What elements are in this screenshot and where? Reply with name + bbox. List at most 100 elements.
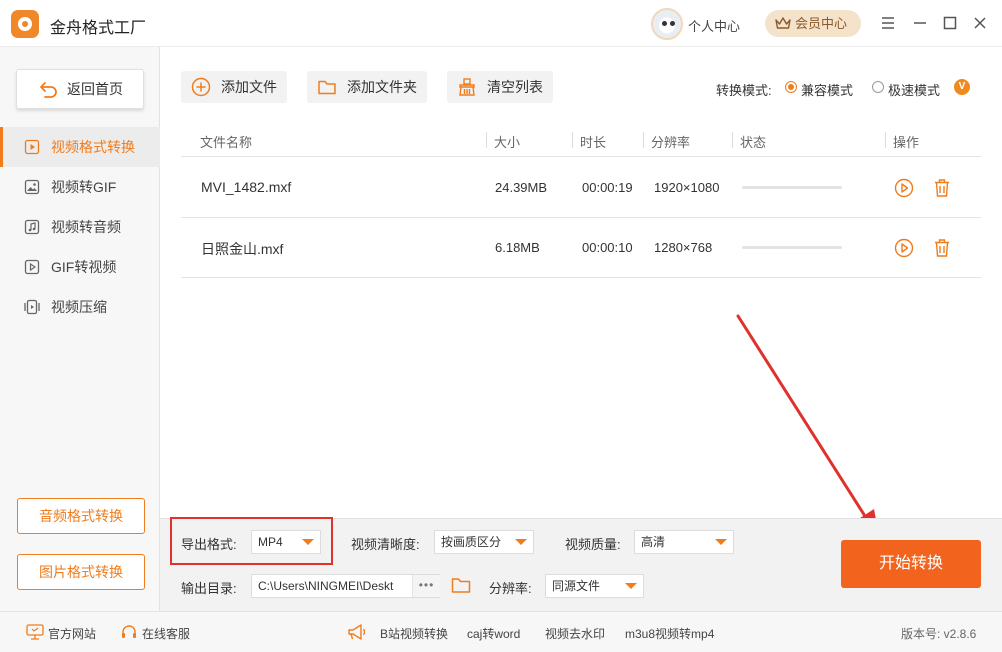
back-home-button[interactable]: 返回首页: [16, 69, 144, 109]
close-icon[interactable]: [971, 14, 989, 32]
online-service-link[interactable]: 在线客服: [122, 625, 191, 642]
play-icon[interactable]: [894, 178, 914, 198]
add-folder-label: 添加文件夹: [347, 79, 417, 95]
sidebar-item-video-compress[interactable]: 视频压缩: [0, 287, 160, 327]
sidebar-item-label: 视频转GIF: [51, 179, 117, 195]
image-format-button[interactable]: 图片格式转换: [17, 554, 145, 590]
sidebar: 返回首页 视频格式转换 视频转GIF 视频转音频 GIF转视频 视频压缩 音频格…: [0, 47, 160, 611]
megaphone-icon: [348, 624, 366, 640]
column-divider: [643, 132, 644, 148]
video-play-icon: [24, 139, 40, 155]
add-folder-button[interactable]: 添加文件夹: [307, 71, 427, 103]
sidebar-item-video-to-audio[interactable]: 视频转音频: [0, 207, 160, 247]
online-service-label: 在线客服: [142, 627, 191, 641]
title-bar: 金舟格式工厂 个人中心 会员中心: [0, 0, 1002, 47]
maximize-icon[interactable]: [941, 14, 959, 32]
quality-select[interactable]: 高清: [634, 530, 734, 554]
annotation-arrow: [736, 314, 879, 536]
minimize-icon[interactable]: [911, 14, 929, 32]
clear-list-label: 清空列表: [487, 79, 543, 95]
sidebar-item-gif-to-video[interactable]: GIF转视频: [0, 247, 160, 287]
video-play-icon: [24, 259, 40, 275]
column-header-resolution: 分辨率: [651, 135, 691, 150]
audio-format-button[interactable]: 音频格式转换: [17, 498, 145, 534]
column-divider: [572, 132, 573, 148]
crown-icon: [775, 17, 791, 29]
resolution-select[interactable]: 同源文件: [545, 574, 644, 598]
add-file-label: 添加文件: [221, 79, 277, 95]
trash-icon[interactable]: [933, 178, 951, 198]
status-bar: 官方网站 在线客服 B站视频转换 caj转word 视频去水印 m3u8视频转m…: [0, 611, 1002, 652]
app-logo-icon: [11, 10, 39, 38]
output-dir-label: 输出目录:: [181, 581, 237, 596]
add-file-button[interactable]: 添加文件: [181, 71, 287, 103]
image-icon: [24, 179, 40, 195]
open-folder-icon[interactable]: [451, 576, 471, 594]
file-table-header: 文件名称 大小 时长 分辨率 状态 操作: [181, 124, 981, 157]
file-resolution: 1280×768: [654, 240, 713, 255]
broom-icon: [459, 78, 475, 96]
compat-mode-radio[interactable]: [785, 81, 797, 93]
app-title: 金舟格式工厂: [50, 20, 147, 37]
file-size: 6.18MB: [495, 240, 540, 255]
monitor-icon: [26, 624, 44, 640]
sidebar-item-video-to-gif[interactable]: 视频转GIF: [0, 167, 160, 207]
folder-icon: [318, 80, 336, 95]
quality-value: 高清: [641, 535, 666, 549]
column-divider: [885, 132, 886, 148]
clarity-select[interactable]: 按画质区分: [434, 530, 534, 554]
personal-center-link[interactable]: 个人中心: [688, 16, 740, 35]
vip-center-button[interactable]: 会员中心: [765, 10, 861, 37]
sidebar-item-video-format[interactable]: 视频格式转换: [0, 127, 160, 167]
table-row[interactable]: MVI_1482.mxf 24.39MB 00:00:19 1920×1080: [181, 158, 981, 218]
column-header-duration: 时长: [580, 135, 607, 150]
file-resolution: 1920×1080: [654, 180, 720, 195]
clarity-value: 按画质区分: [441, 535, 502, 549]
fast-mode-label[interactable]: 极速模式: [888, 80, 940, 99]
compat-mode-label[interactable]: 兼容模式: [801, 80, 853, 99]
column-divider: [732, 132, 733, 148]
column-header-size: 大小: [494, 135, 521, 150]
file-duration: 00:00:10: [582, 240, 633, 255]
sidebar-item-label: GIF转视频: [51, 259, 117, 275]
column-divider: [486, 132, 487, 148]
play-icon[interactable]: [894, 238, 914, 258]
clear-list-button[interactable]: 清空列表: [447, 71, 553, 103]
sidebar-item-label: 视频转音频: [51, 219, 121, 235]
column-header-filename: 文件名称: [200, 135, 253, 150]
annotation-highlight-box: [170, 517, 333, 565]
add-circle-icon: [191, 77, 211, 97]
file-name: 日照金山.mxf: [201, 241, 284, 257]
compress-icon: [24, 299, 40, 315]
browse-more-button[interactable]: •••: [412, 575, 440, 597]
dropdown-caret-icon: [715, 539, 727, 545]
vip-badge-icon: V: [954, 79, 970, 95]
trash-icon[interactable]: [933, 238, 951, 258]
resolution-label: 分辨率:: [489, 581, 532, 596]
dropdown-caret-icon: [625, 583, 637, 589]
column-header-actions: 操作: [893, 135, 920, 150]
menu-icon[interactable]: [879, 14, 897, 32]
convert-mode-label: 转换模式:: [716, 83, 772, 98]
resolution-value: 同源文件: [552, 579, 601, 593]
dropdown-caret-icon: [515, 539, 527, 545]
music-note-icon: [24, 219, 40, 235]
vip-center-label: 会员中心: [795, 16, 848, 31]
file-duration: 00:00:19: [582, 180, 633, 195]
clarity-label: 视频清晰度:: [351, 537, 420, 552]
file-name: MVI_1482.mxf: [201, 179, 292, 195]
sidebar-item-label: 视频压缩: [51, 299, 107, 315]
footer-link[interactable]: B站视频转换: [380, 625, 448, 642]
fast-mode-radio[interactable]: [872, 81, 884, 93]
user-avatar[interactable]: [651, 8, 683, 40]
column-header-status: 状态: [740, 135, 767, 150]
table-row[interactable]: 日照金山.mxf 6.18MB 00:00:10 1280×768: [181, 218, 981, 278]
start-convert-button[interactable]: 开始转换: [841, 540, 981, 588]
version-label: 版本号: v2.8.6: [901, 627, 977, 641]
footer-link[interactable]: caj转word: [467, 625, 520, 642]
official-site-link[interactable]: 官方网站: [26, 624, 97, 642]
footer-link[interactable]: m3u8视频转mp4: [625, 625, 714, 642]
official-site-label: 官方网站: [48, 627, 97, 641]
footer-link[interactable]: 视频去水印: [545, 625, 605, 642]
quality-label: 视频质量:: [565, 537, 621, 552]
